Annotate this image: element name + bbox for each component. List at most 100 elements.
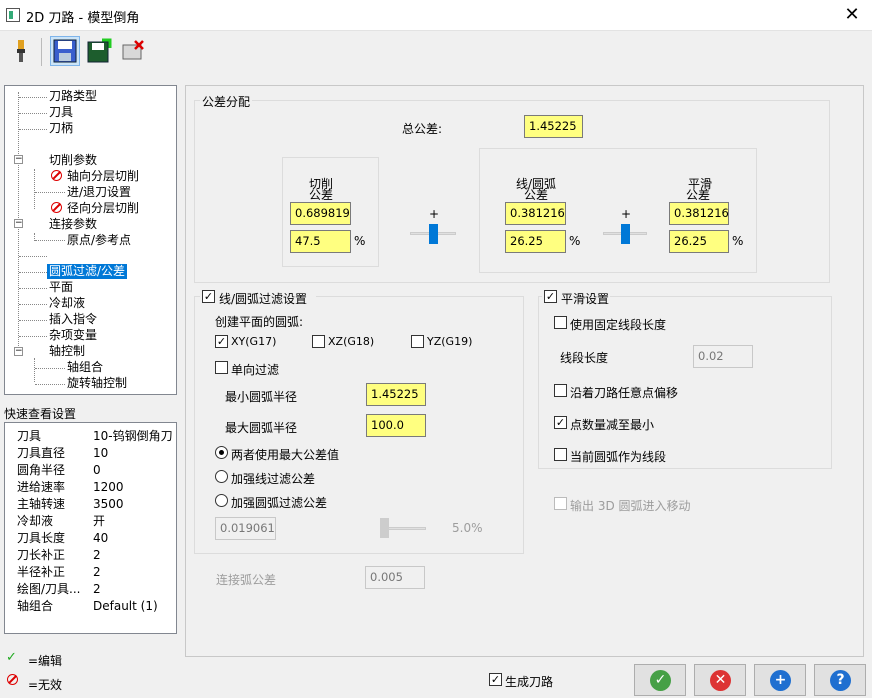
generate-toolpath-checkbox[interactable]: ✓ <box>489 673 502 686</box>
line-arc-percent-field[interactable]: 26.25 <box>505 230 566 253</box>
tree-item-planes[interactable]: 平面 <box>49 280 73 295</box>
line-arc-tolerance-field[interactable]: 0.381216 <box>505 202 566 225</box>
ok-button[interactable]: ✓ <box>634 664 686 696</box>
xy-label: XY(G17) <box>231 335 277 348</box>
min-radius-field[interactable]: 1.45225 <box>366 383 426 406</box>
min-points-checkbox[interactable]: ✓ <box>554 416 567 429</box>
collapse-icon[interactable]: − <box>14 155 23 164</box>
create-plane-label: 创建平面的圆弧: <box>215 315 304 329</box>
cancel-button[interactable]: ✕ <box>694 664 746 696</box>
invalid-icon <box>51 170 62 181</box>
legend-invalid: =无效 <box>28 678 63 692</box>
total-tolerance-label: 总公差: <box>402 122 443 136</box>
quick-settings-title: 快速查看设置 <box>4 407 77 421</box>
current-arc-label: 当前圆弧作为线段 <box>570 450 667 464</box>
invalid-icon <box>51 202 62 213</box>
close-icon[interactable]: ✕ <box>840 3 864 27</box>
connect-arc-field: 0.005 <box>365 566 425 589</box>
delete-button[interactable] <box>118 36 148 66</box>
min-points-label: 点数量减至最小 <box>570 418 655 432</box>
toolbar-separator <box>41 38 42 66</box>
smooth-tolerance-field[interactable]: 0.381216 <box>669 202 729 225</box>
qs-value: 1200 <box>93 480 124 494</box>
qs-value: 2 <box>93 548 101 562</box>
current-arc-checkbox[interactable] <box>554 448 567 461</box>
tree-item-lead-in-out[interactable]: 进/退刀设置 <box>67 185 131 200</box>
tolerance-slider-1[interactable] <box>428 224 438 244</box>
any-point-checkbox[interactable] <box>554 384 567 397</box>
tree-item-linking[interactable]: 连接参数 <box>49 217 97 232</box>
xy-checkbox[interactable]: ✓ <box>215 335 228 348</box>
tree-item-depth-cuts[interactable]: 轴向分层切削 <box>67 169 139 184</box>
qs-key: 刀具长度 <box>17 531 66 545</box>
radio-arc[interactable] <box>215 494 228 507</box>
line-arc-filter-title: 线/圆弧过滤设置 <box>219 292 308 306</box>
invalid-icon <box>7 674 18 685</box>
tree-item-tool[interactable]: 刀具 <box>49 105 73 120</box>
ok-icon: ✓ <box>650 670 671 691</box>
tolerance-group-title: 公差分配 <box>200 93 253 110</box>
qs-value: 2 <box>93 565 101 579</box>
tree-item-toolpath-type[interactable]: 刀路类型 <box>49 89 97 104</box>
collapse-icon[interactable]: − <box>14 219 23 228</box>
smooth-title: 平滑设置 <box>561 292 610 306</box>
collapse-icon[interactable]: − <box>14 347 23 356</box>
tree-item-home-ref[interactable]: 原点/参考点 <box>67 233 131 248</box>
any-point-label: 沿着刀路任意点偏移 <box>570 386 679 400</box>
xz-checkbox[interactable] <box>312 335 325 348</box>
cut-label-2: 公差 <box>309 188 334 202</box>
fixed-seg-checkbox[interactable] <box>554 316 567 329</box>
yz-checkbox[interactable] <box>411 335 424 348</box>
radio-line[interactable] <box>215 470 228 483</box>
tree-item-canned-text[interactable]: 插入指令 <box>49 312 97 327</box>
fixed-seg-label: 使用固定线段长度 <box>570 318 667 332</box>
qs-value: 10 <box>93 446 109 460</box>
tree-item-coolant[interactable]: 冷却液 <box>49 296 85 311</box>
smooth-percent-field[interactable]: 26.25 <box>669 230 729 253</box>
radio-line-label: 加强线过滤公差 <box>231 472 316 486</box>
tree-item-rotary-axis[interactable]: 旋转轴控制 <box>67 376 127 391</box>
qs-key: 圆角半径 <box>17 463 66 477</box>
save-as-icon <box>87 38 112 63</box>
save-as-button[interactable] <box>84 36 114 66</box>
qs-value: Default (1) <box>93 599 158 613</box>
cancel-icon: ✕ <box>710 670 731 691</box>
line-arc-filter-checkbox[interactable]: ✓ <box>202 290 215 303</box>
radio-both[interactable] <box>215 446 228 459</box>
save-button[interactable] <box>50 36 80 66</box>
qs-key: 冷却液 <box>17 514 54 528</box>
qs-key: 半径补正 <box>17 565 66 579</box>
percent-sign: % <box>354 234 366 248</box>
one-way-checkbox[interactable] <box>215 361 228 374</box>
qs-key: 轴组合 <box>17 599 54 613</box>
tree-item-misc-values[interactable]: 杂项变量 <box>49 328 97 343</box>
filter-ratio-field: 0.019061 <box>215 517 276 540</box>
plus-label: + <box>621 207 632 221</box>
qs-key: 绘图/刀具... <box>17 582 81 596</box>
tolerance-slider-2[interactable] <box>620 224 630 244</box>
total-tolerance-field[interactable]: 1.45225 <box>524 115 583 138</box>
window-title: 2D 刀路 - 模型倒角 <box>26 11 140 26</box>
cut-percent-field[interactable]: 47.5 <box>290 230 351 253</box>
apply-button[interactable]: + <box>754 664 806 696</box>
tool-icon-button[interactable] <box>6 36 36 66</box>
qs-value: 10-钨钢倒角刀 <box>93 429 173 443</box>
app-icon <box>6 8 20 22</box>
tree-item-axis-control[interactable]: 轴控制 <box>49 344 85 359</box>
generate-toolpath-label: 生成刀路 <box>505 675 554 689</box>
help-button[interactable]: ? <box>814 664 866 696</box>
max-radius-field[interactable]: 100.0 <box>366 414 426 437</box>
qs-key: 进给速率 <box>17 480 66 494</box>
toolbar <box>0 32 872 72</box>
tree-item-multi-passes[interactable]: 径向分层切削 <box>67 201 139 216</box>
cut-tolerance-field[interactable]: 0.689819 <box>290 202 351 225</box>
qs-key: 刀具直径 <box>17 446 66 460</box>
filter-ratio-percent: 5.0% <box>452 521 483 535</box>
seg-len-label: 线段长度 <box>560 351 609 365</box>
tree-item-arc-filter[interactable]: 圆弧过滤/公差 <box>47 264 128 279</box>
tree-item-holder[interactable]: 刀柄 <box>49 121 73 136</box>
tree-item-axis-combo[interactable]: 轴组合 <box>67 360 103 375</box>
smooth-checkbox[interactable]: ✓ <box>544 290 557 303</box>
tree-item-cut-params[interactable]: 切削参数 <box>49 153 97 168</box>
help-icon: ? <box>830 670 851 691</box>
